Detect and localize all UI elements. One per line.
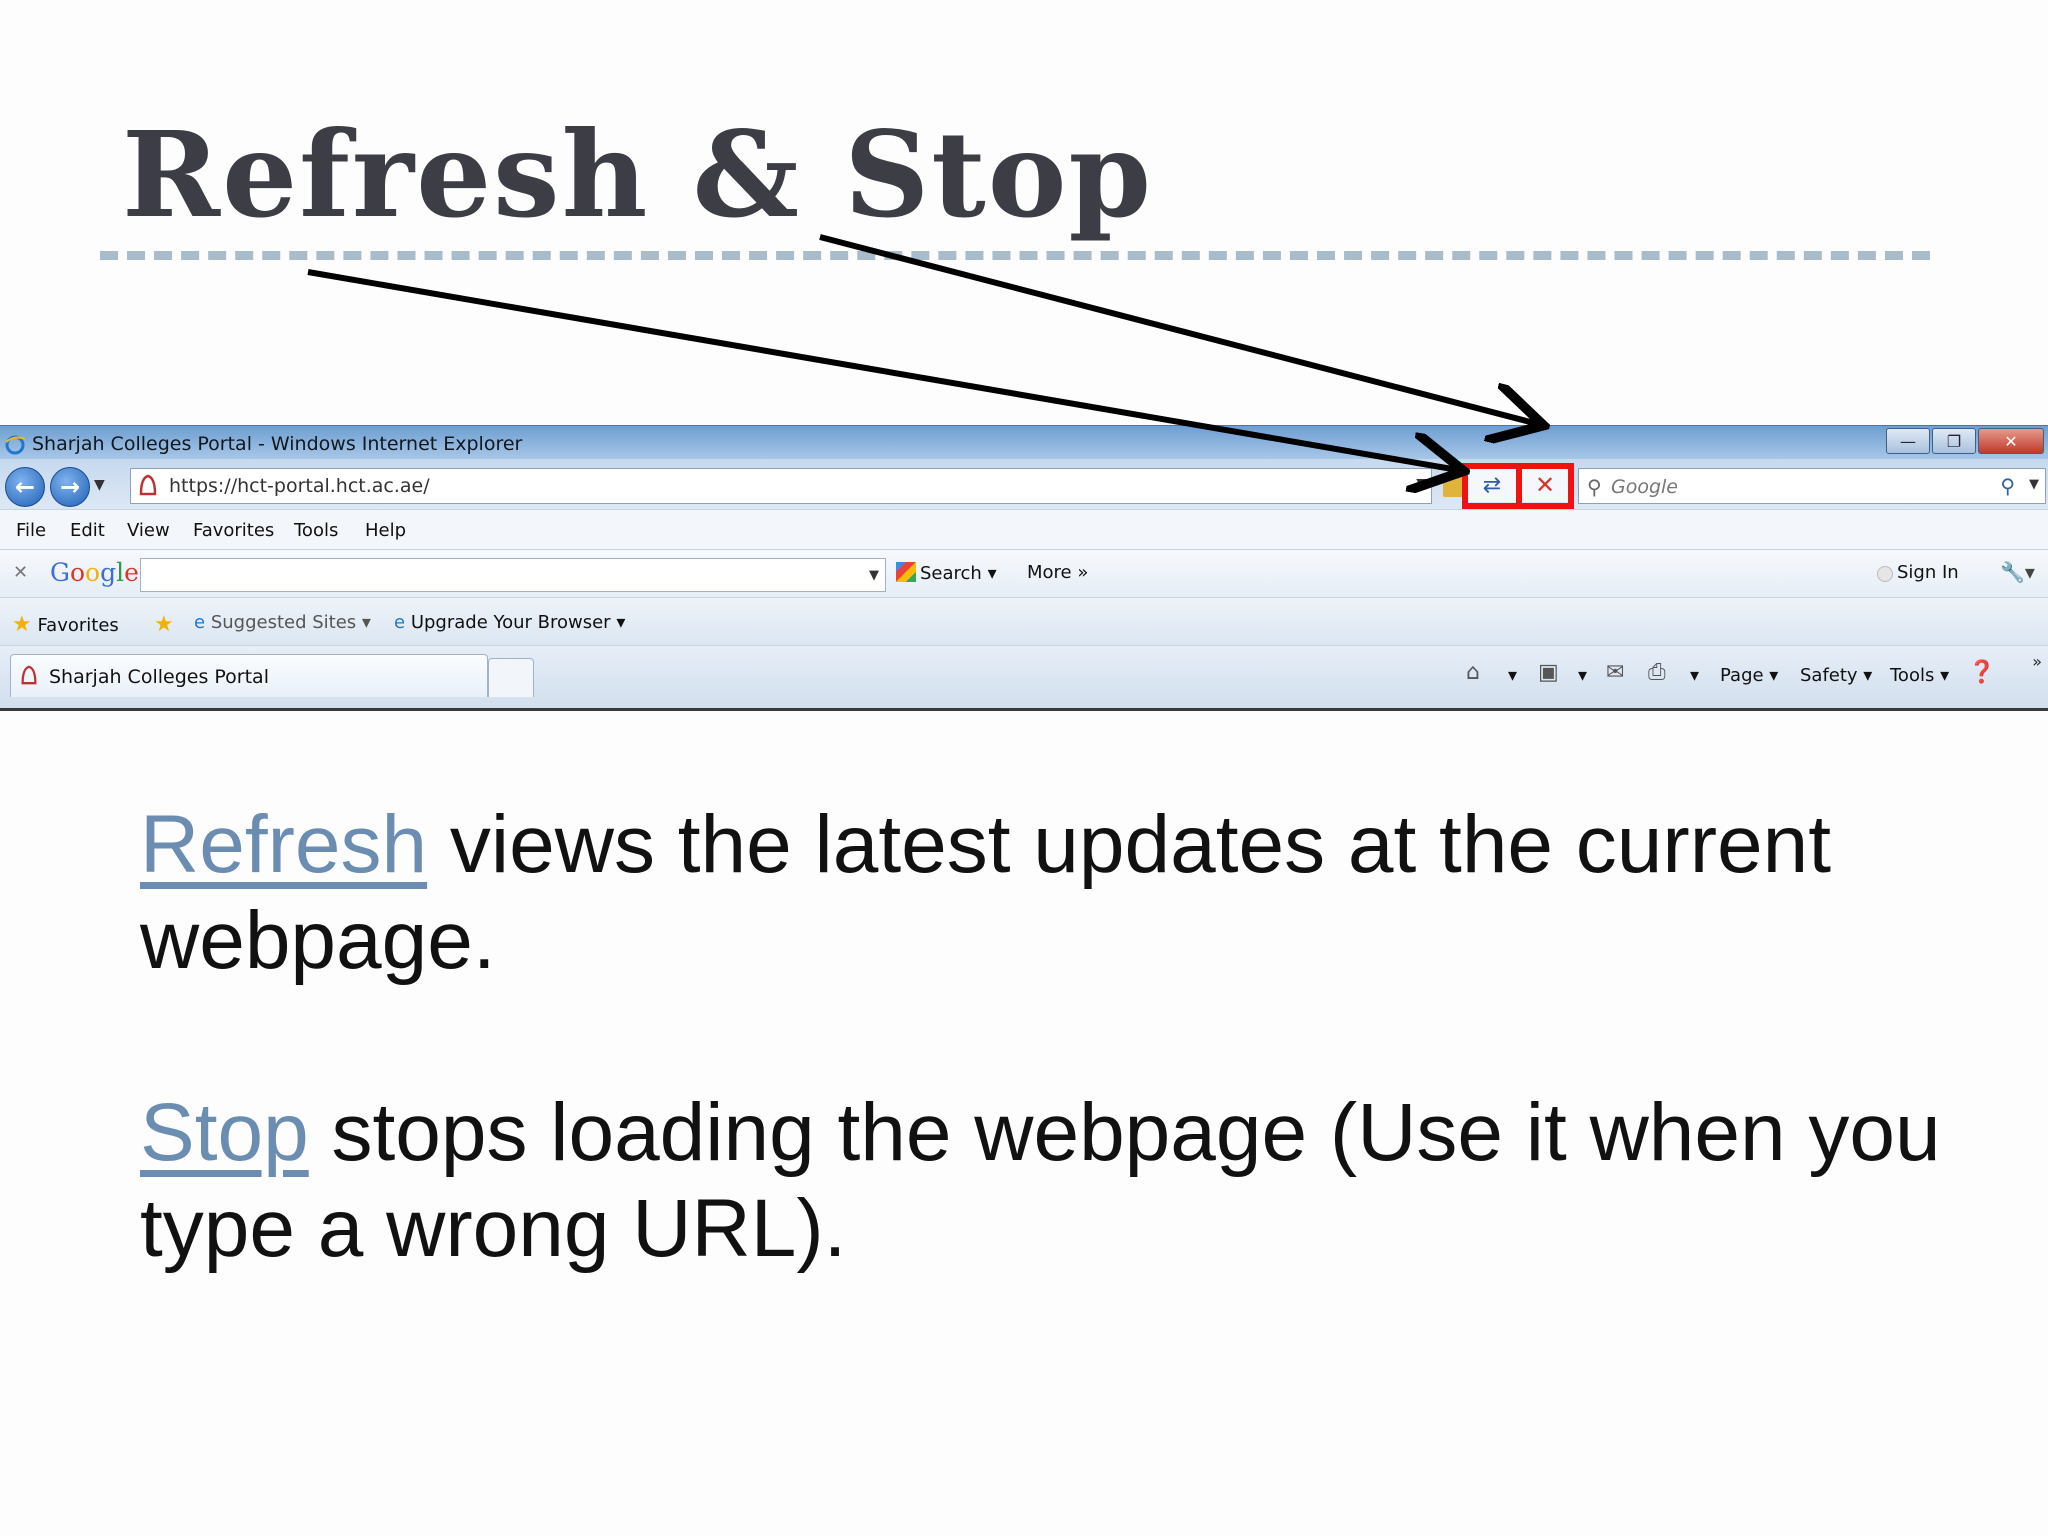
browser-window-screenshot: Sharjah Colleges Portal - Windows Intern… bbox=[0, 425, 2048, 711]
ie-logo-icon bbox=[5, 435, 26, 455]
google-search-button[interactable]: Search ▾ bbox=[896, 562, 997, 584]
google-logo-letter: o bbox=[69, 558, 86, 587]
feeds-dropdown[interactable]: ▾ bbox=[1578, 665, 1587, 686]
window-titlebar: Sharjah Colleges Portal - Windows Intern… bbox=[0, 425, 2048, 460]
stop-keyword: Stop bbox=[140, 1087, 309, 1178]
search-icon: ⚲ bbox=[1587, 475, 1602, 499]
google-logo-letter: G bbox=[50, 558, 70, 587]
home-icon[interactable]: ⌂ bbox=[1466, 660, 1480, 685]
page-icon bbox=[139, 474, 157, 496]
sign-in-status-icon bbox=[1877, 566, 1893, 582]
ie-page-icon: e bbox=[194, 612, 206, 633]
wrench-icon[interactable]: 🔧▾ bbox=[2000, 560, 2035, 584]
recent-pages-dropdown[interactable]: ▼ bbox=[94, 477, 105, 493]
new-tab-button[interactable] bbox=[488, 658, 534, 697]
google-toolbar: ✕ Google ▼ Search ▾ More » Sign In 🔧▾ bbox=[0, 549, 2048, 598]
google-logo-letter: g bbox=[100, 558, 117, 587]
stop-highlight-box bbox=[1516, 463, 1574, 509]
title-divider bbox=[100, 251, 1930, 260]
feeds-icon[interactable]: ▣ bbox=[1538, 660, 1559, 685]
refresh-highlight-box bbox=[1462, 463, 1522, 509]
favorites-button[interactable]: ★ Favorites bbox=[12, 612, 119, 637]
google-search-input[interactable]: ▼ bbox=[140, 558, 886, 592]
suggested-sites-button[interactable]: e Suggested Sites ▾ bbox=[194, 612, 371, 633]
menu-tools[interactable]: Tools bbox=[294, 520, 338, 541]
safety-menu[interactable]: Safety ▾ bbox=[1800, 665, 1872, 686]
menu-help[interactable]: Help bbox=[365, 520, 406, 541]
arrow-to-stop bbox=[819, 234, 1538, 424]
google-logo-letter: e bbox=[124, 558, 139, 587]
address-row: ← → ▼ https://hct-portal.hct.ac.ae/ ▼ ⇄ … bbox=[0, 459, 2048, 509]
google-search-icon bbox=[896, 562, 916, 582]
favorites-label: Favorites bbox=[37, 615, 119, 636]
help-icon[interactable]: ❓ bbox=[1968, 660, 1995, 685]
google-sign-in-button[interactable]: Sign In bbox=[1897, 562, 1959, 583]
print-icon[interactable]: ⎙ bbox=[1648, 660, 1666, 685]
close-toolbar-icon[interactable]: ✕ bbox=[13, 562, 28, 583]
print-dropdown[interactable]: ▾ bbox=[1690, 665, 1699, 686]
minimize-button[interactable]: — bbox=[1886, 428, 1930, 454]
ie-page-icon-2: e bbox=[394, 612, 406, 633]
safety-menu-label: Safety bbox=[1800, 665, 1858, 686]
window-controls: — ❐ ✕ bbox=[1884, 428, 2044, 454]
mail-icon[interactable]: ✉ bbox=[1606, 660, 1624, 685]
menu-view[interactable]: View bbox=[127, 520, 170, 541]
window-title: Sharjah Colleges Portal - Windows Intern… bbox=[32, 433, 523, 455]
tab-and-command-bar: Sharjah Colleges Portal ⌂ ▾ ▣ ▾ ✉ ⎙ ▾ Pa… bbox=[0, 645, 2048, 711]
google-logo-text: Google bbox=[50, 558, 139, 587]
forward-button[interactable]: → bbox=[50, 467, 90, 507]
stop-description-text: stops loading the webpage (Use it when y… bbox=[140, 1087, 1941, 1274]
address-bar[interactable]: https://hct-portal.hct.ac.ae/ ▼ bbox=[130, 468, 1432, 504]
back-arrow-icon: ← bbox=[14, 473, 36, 501]
page-menu-label: Page bbox=[1720, 665, 1764, 686]
tab-sharjah-colleges-portal[interactable]: Sharjah Colleges Portal bbox=[10, 654, 488, 697]
google-input-dropdown[interactable]: ▼ bbox=[869, 568, 879, 583]
toolbar-overflow-chevron[interactable]: » bbox=[2032, 652, 2042, 671]
search-box[interactable]: ⚲ Google ⚲ ▼ bbox=[1578, 468, 2046, 504]
menu-favorites[interactable]: Favorites bbox=[193, 520, 274, 541]
suggested-sites-label: Suggested Sites bbox=[210, 612, 357, 633]
menu-file[interactable]: File bbox=[16, 520, 46, 541]
menu-edit[interactable]: Edit bbox=[70, 520, 105, 541]
tools-menu-label: Tools bbox=[1890, 665, 1935, 686]
tab-label: Sharjah Colleges Portal bbox=[49, 666, 269, 688]
google-logo-letter: l bbox=[116, 558, 125, 587]
refresh-description: Refresh views the latest updates at the … bbox=[140, 797, 2000, 989]
upgrade-label: Upgrade Your Browser bbox=[410, 612, 611, 633]
home-dropdown[interactable]: ▾ bbox=[1508, 665, 1517, 686]
page-menu[interactable]: Page ▾ bbox=[1720, 665, 1778, 686]
address-dropdown[interactable]: ▼ bbox=[1416, 476, 1427, 492]
url-text: https://hct-portal.hct.ac.ae/ bbox=[169, 475, 430, 497]
search-go-icon[interactable]: ⚲ bbox=[2000, 474, 2015, 498]
close-window-button[interactable]: ✕ bbox=[1978, 428, 2044, 454]
upgrade-browser-button[interactable]: e Upgrade Your Browser ▾ bbox=[394, 612, 625, 633]
google-search-label: Search bbox=[920, 563, 982, 584]
menu-bar: File Edit View Favorites Tools Help bbox=[0, 509, 2048, 550]
back-button[interactable]: ← bbox=[5, 467, 45, 507]
favorites-bar: ★ Favorites ★ e Suggested Sites ▾ e Upgr… bbox=[0, 597, 2048, 646]
google-logo-letter: o bbox=[85, 558, 101, 587]
restore-button[interactable]: ❐ bbox=[1932, 428, 1976, 454]
lock-icon[interactable] bbox=[1443, 475, 1463, 497]
stop-description: Stop stops loading the webpage (Use it w… bbox=[140, 1085, 2000, 1277]
google-logo: Google bbox=[50, 558, 139, 587]
search-providers-dropdown[interactable]: ▼ bbox=[2029, 477, 2039, 492]
refresh-keyword: Refresh bbox=[140, 799, 428, 890]
search-placeholder: Google bbox=[1611, 476, 1679, 498]
add-favorite-icon[interactable]: ★ bbox=[154, 612, 174, 637]
star-icon: ★ bbox=[12, 612, 32, 637]
tools-menu[interactable]: Tools ▾ bbox=[1890, 665, 1949, 686]
slide-title: Refresh & Stop bbox=[122, 105, 1153, 244]
forward-arrow-icon: → bbox=[59, 473, 81, 501]
tab-page-icon bbox=[21, 665, 37, 685]
google-more-button[interactable]: More » bbox=[1027, 562, 1088, 583]
